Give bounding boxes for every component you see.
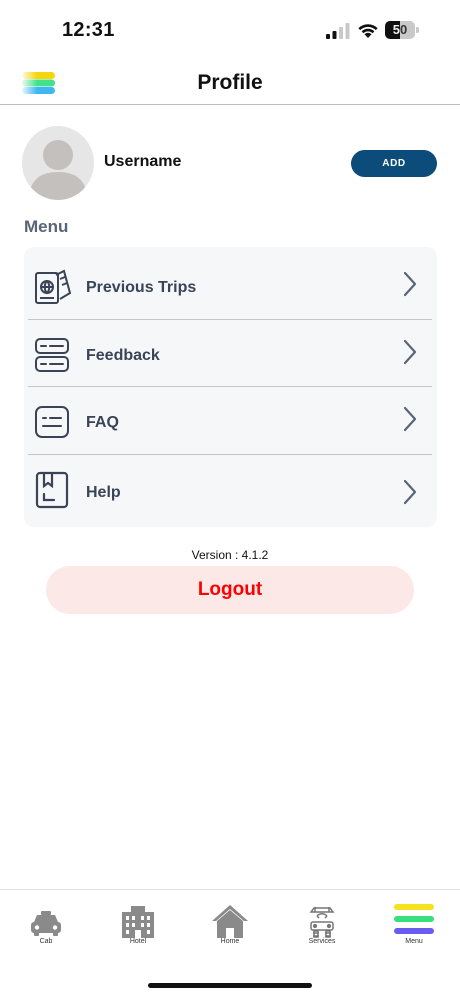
menu-item-label: FAQ xyxy=(86,414,119,431)
chevron-right-icon xyxy=(403,406,417,432)
chevron-right-icon xyxy=(403,339,417,365)
avatar[interactable] xyxy=(22,126,94,200)
tab-menu[interactable]: Menu xyxy=(368,890,460,960)
bottom-tab-bar: Cab Hotel Home Services Menu xyxy=(0,889,460,998)
tab-label: Hotel xyxy=(129,938,147,945)
menu-item-feedback[interactable]: Feedback xyxy=(24,321,437,388)
services-icon xyxy=(309,907,335,938)
user-silhouette-icon xyxy=(28,140,88,200)
menu-item-label: Feedback xyxy=(86,347,160,364)
tab-home[interactable]: Home xyxy=(184,890,276,960)
tab-hotel[interactable]: Hotel xyxy=(92,890,184,960)
home-indicator xyxy=(148,983,312,988)
menu-card: Previous Trips Feedback FAQ Help xyxy=(24,247,437,527)
app-header: Profile xyxy=(0,62,460,105)
wifi-icon xyxy=(358,24,378,38)
passport-ticket-icon xyxy=(35,269,72,304)
hotel-icon xyxy=(122,906,154,938)
status-time: 12:31 xyxy=(62,19,115,41)
tab-label: Menu xyxy=(405,938,423,945)
menu-divider xyxy=(28,386,432,387)
username: Username xyxy=(104,153,182,170)
menu-item-previous-trips[interactable]: Previous Trips xyxy=(24,253,437,320)
add-button[interactable]: ADD xyxy=(351,150,437,177)
menu-divider xyxy=(28,454,432,455)
faq-message-icon xyxy=(35,406,69,438)
menu-item-faq[interactable]: FAQ xyxy=(24,388,437,455)
menu-stripes-icon xyxy=(394,904,434,934)
status-bar: 12:31 50 xyxy=(0,0,460,62)
cellular-signal-icon xyxy=(326,23,350,39)
cab-icon xyxy=(31,911,61,936)
tab-cab[interactable]: Cab xyxy=(0,890,92,960)
tab-services[interactable]: Services xyxy=(276,890,368,960)
chevron-right-icon xyxy=(403,479,417,505)
battery-level: 50 xyxy=(392,22,408,37)
tab-label: Services xyxy=(308,938,336,945)
menu-item-help[interactable]: Help xyxy=(24,456,437,523)
menu-heading: Menu xyxy=(24,217,69,236)
chevron-right-icon xyxy=(403,271,417,297)
page-title: Profile xyxy=(197,71,263,94)
battery-icon: 50 xyxy=(385,21,419,41)
help-book-icon xyxy=(35,471,69,509)
home-icon xyxy=(212,905,248,938)
menu-item-label: Previous Trips xyxy=(86,279,197,296)
menu-divider xyxy=(28,319,432,320)
tab-label: Home xyxy=(220,938,240,945)
tab-label: Cab xyxy=(39,938,53,945)
menu-item-label: Help xyxy=(86,484,121,501)
version-text: Version : 4.1.2 xyxy=(191,548,269,562)
feedback-list-icon xyxy=(35,338,69,372)
logout-button[interactable]: Logout xyxy=(46,566,414,614)
